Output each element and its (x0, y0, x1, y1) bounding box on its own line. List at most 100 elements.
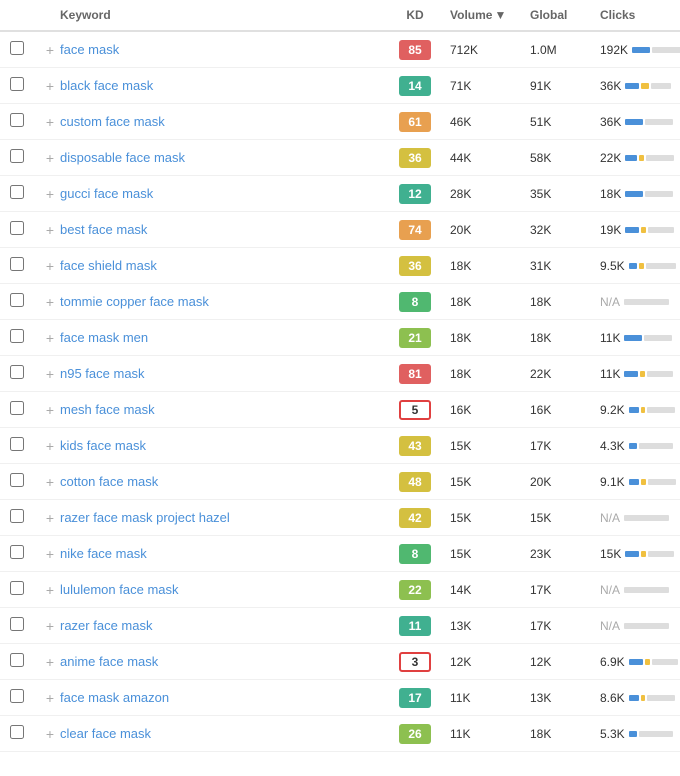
row-checkbox[interactable] (10, 689, 24, 703)
keyword-link[interactable]: face mask men (60, 330, 148, 345)
row-checkbox[interactable] (10, 41, 24, 55)
clicks-cell: 9.5K (600, 259, 670, 273)
add-keyword-button[interactable]: + (40, 186, 60, 202)
row-checkbox[interactable] (10, 545, 24, 559)
clicks-value: 8.6K (600, 691, 625, 705)
clicks-cell: N/A (600, 619, 670, 633)
keyword-link[interactable]: black face mask (60, 78, 153, 93)
global-cell: 17K (530, 439, 600, 453)
keyword-link[interactable]: razer face mask project hazel (60, 510, 230, 525)
add-keyword-button[interactable]: + (40, 78, 60, 94)
add-keyword-button[interactable]: + (40, 42, 60, 58)
keyword-link[interactable]: custom face mask (60, 114, 165, 129)
add-keyword-button[interactable]: + (40, 474, 60, 490)
row-checkbox[interactable] (10, 473, 24, 487)
add-keyword-button[interactable]: + (40, 330, 60, 346)
row-checkbox[interactable] (10, 725, 24, 739)
click-bar (629, 263, 676, 269)
header-kd: KD (380, 8, 450, 22)
kd-badge: 8 (399, 544, 431, 564)
row-checkbox[interactable] (10, 437, 24, 451)
click-bar (625, 155, 674, 161)
add-keyword-button[interactable]: + (40, 150, 60, 166)
keyword-link[interactable]: nike face mask (60, 546, 147, 561)
bar-segment-gray (647, 695, 675, 701)
kd-badge-outlined: 5 (399, 400, 431, 420)
keyword-link[interactable]: best face mask (60, 222, 147, 237)
row-checkbox[interactable] (10, 365, 24, 379)
row-checkbox[interactable] (10, 257, 24, 271)
add-keyword-button[interactable]: + (40, 546, 60, 562)
kd-badge: 81 (399, 364, 431, 384)
keyword-link[interactable]: anime face mask (60, 654, 158, 669)
add-keyword-button[interactable]: + (40, 726, 60, 742)
clicks-cell: N/A (600, 583, 670, 597)
add-keyword-button[interactable]: + (40, 582, 60, 598)
table-row: +razer face mask project hazel4215K15KN/… (0, 500, 680, 536)
row-checkbox[interactable] (10, 653, 24, 667)
click-bar (624, 335, 672, 341)
header-volume[interactable]: Volume ▼ (450, 8, 530, 22)
keyword-link[interactable]: face mask amazon (60, 690, 169, 705)
row-checkbox[interactable] (10, 149, 24, 163)
bar-segment-gray (648, 227, 674, 233)
volume-cell: 46K (450, 115, 530, 129)
add-keyword-button[interactable]: + (40, 690, 60, 706)
kd-badge: 11 (399, 616, 431, 636)
global-cell: 13K (530, 691, 600, 705)
add-keyword-button[interactable]: + (40, 402, 60, 418)
global-cell: 20K (530, 475, 600, 489)
kd-badge: 74 (399, 220, 431, 240)
keyword-link[interactable]: cotton face mask (60, 474, 158, 489)
clicks-value: 36K (600, 79, 621, 93)
row-checkbox[interactable] (10, 113, 24, 127)
table-row: +black face mask1471K91K36K (0, 68, 680, 104)
keyword-link[interactable]: n95 face mask (60, 366, 145, 381)
row-checkbox[interactable] (10, 581, 24, 595)
keyword-link[interactable]: lululemon face mask (60, 582, 179, 597)
global-cell: 18K (530, 295, 600, 309)
row-checkbox[interactable] (10, 329, 24, 343)
add-keyword-button[interactable]: + (40, 366, 60, 382)
add-keyword-button[interactable]: + (40, 258, 60, 274)
table-row: +disposable face mask3644K58K22K (0, 140, 680, 176)
clicks-value: 18K (600, 187, 621, 201)
keyword-link[interactable]: tommie copper face mask (60, 294, 209, 309)
keyword-link[interactable]: face mask (60, 42, 119, 57)
keyword-link[interactable]: mesh face mask (60, 402, 155, 417)
add-keyword-button[interactable]: + (40, 222, 60, 238)
volume-cell: 15K (450, 475, 530, 489)
add-keyword-button[interactable]: + (40, 294, 60, 310)
volume-cell: 71K (450, 79, 530, 93)
row-checkbox[interactable] (10, 509, 24, 523)
add-keyword-button[interactable]: + (40, 654, 60, 670)
global-cell: 91K (530, 79, 600, 93)
row-checkbox[interactable] (10, 221, 24, 235)
row-checkbox[interactable] (10, 185, 24, 199)
bar-segment-gray (646, 155, 674, 161)
add-keyword-button[interactable]: + (40, 114, 60, 130)
volume-cell: 18K (450, 259, 530, 273)
volume-cell: 20K (450, 223, 530, 237)
row-checkbox[interactable] (10, 401, 24, 415)
add-keyword-button[interactable]: + (40, 438, 60, 454)
keyword-link[interactable]: kids face mask (60, 438, 146, 453)
bar-segment-blue (624, 371, 638, 377)
keyword-link[interactable]: face shield mask (60, 258, 157, 273)
global-cell: 23K (530, 547, 600, 561)
keyword-link[interactable]: razer face mask (60, 618, 152, 633)
row-checkbox[interactable] (10, 77, 24, 91)
keyword-link[interactable]: gucci face mask (60, 186, 153, 201)
global-cell: 16K (530, 403, 600, 417)
row-checkbox[interactable] (10, 617, 24, 631)
keyword-link[interactable]: clear face mask (60, 726, 151, 741)
table-row: +face mask85712K1.0M192K (0, 32, 680, 68)
row-checkbox[interactable] (10, 293, 24, 307)
add-keyword-button[interactable]: + (40, 510, 60, 526)
bar-segment-blue (629, 479, 639, 485)
bar-segment-blue (629, 731, 637, 737)
keyword-link[interactable]: disposable face mask (60, 150, 185, 165)
click-bar (625, 83, 671, 89)
add-keyword-button[interactable]: + (40, 618, 60, 634)
table-row: +mesh face mask516K16K9.2K (0, 392, 680, 428)
